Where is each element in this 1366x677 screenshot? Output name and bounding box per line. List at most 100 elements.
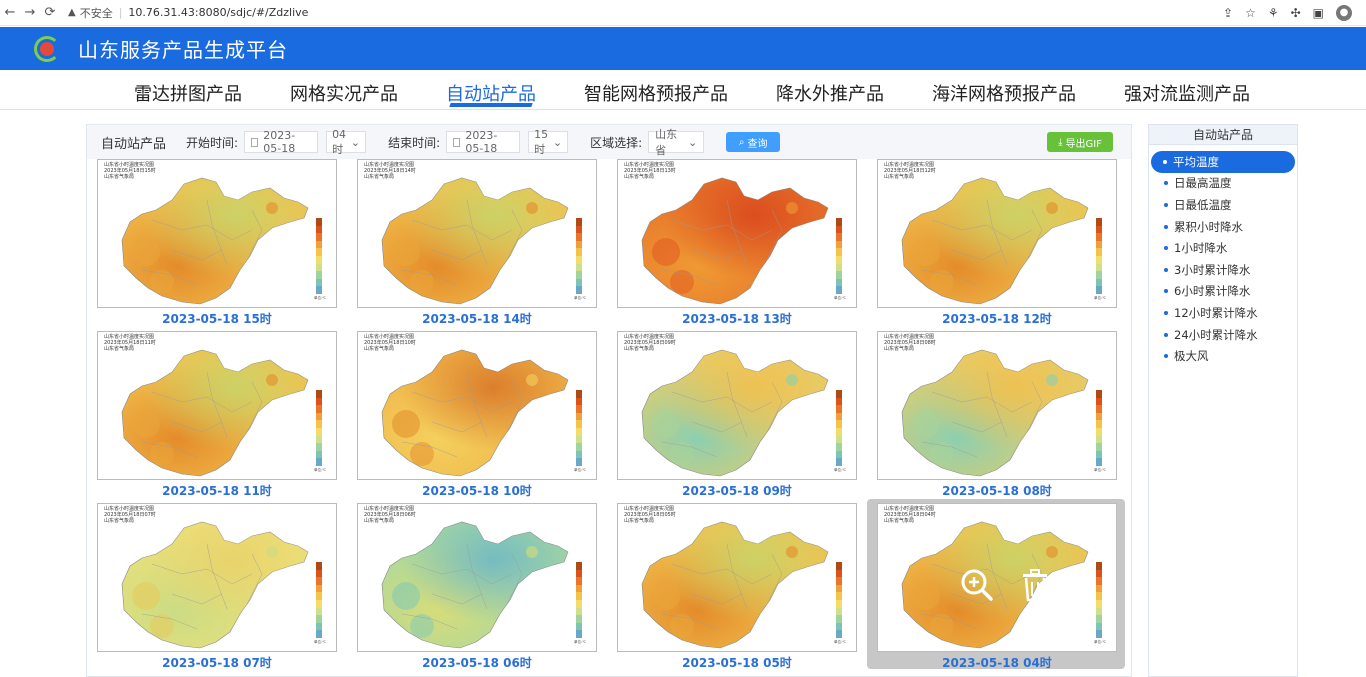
zoom-in-icon[interactable] bbox=[959, 567, 995, 603]
nav-tab[interactable]: 降水外推产品 bbox=[776, 70, 884, 109]
bullet-icon bbox=[1164, 332, 1168, 337]
extension-icon[interactable]: ⚘ bbox=[1268, 6, 1279, 20]
map-thumbnail[interactable]: 山东省小时温度实况图 2023年05月18日11时 山东省气象局 单位:℃ bbox=[97, 331, 337, 480]
start-date-value: 2023-05-18 bbox=[263, 129, 296, 155]
puzzle-icon[interactable]: ✣ bbox=[1291, 6, 1301, 20]
section-label: 自动站产品 bbox=[101, 136, 167, 152]
region-label: 区域选择: bbox=[590, 135, 643, 150]
side-item[interactable]: 极大风 bbox=[1149, 345, 1297, 367]
nav-tab[interactable]: 雷达拼图产品 bbox=[134, 70, 242, 109]
trash-icon[interactable] bbox=[1017, 567, 1053, 603]
search-icon: ⌕ bbox=[738, 136, 745, 148]
sidebar-toggle-icon[interactable]: ▣ bbox=[1313, 6, 1324, 20]
side-item-label: 24小时累计降水 bbox=[1174, 327, 1258, 342]
export-gif-button[interactable]: ⤓ 导出GIF bbox=[1047, 132, 1113, 152]
side-item[interactable]: 1小时降水 bbox=[1149, 237, 1297, 259]
side-item[interactable]: 日最低温度 bbox=[1149, 194, 1297, 216]
map-card[interactable]: 山东省小时温度实况图 2023年05月18日15时 山东省气象局 单位:℃ 20… bbox=[97, 159, 337, 327]
start-date-input[interactable]: 2023-05-18 bbox=[244, 129, 319, 155]
profile-avatar-icon[interactable]: ● bbox=[1336, 4, 1352, 21]
map-card[interactable]: 山东省小时温度实况图 2023年05月18日12时 山东省气象局 单位:℃ 20… bbox=[877, 159, 1117, 327]
map-caption: 2023-05-18 10时 bbox=[422, 484, 532, 498]
end-date-input[interactable]: 2023-05-18 bbox=[446, 129, 521, 155]
legend-unit: 单位:℃ bbox=[314, 468, 327, 472]
color-legend: 单位:℃ bbox=[1094, 218, 1106, 300]
query-button[interactable]: ⌕ 查询 bbox=[726, 132, 781, 152]
nav-tab[interactable]: 智能网格预报产品 bbox=[584, 70, 728, 109]
color-legend: 单位:℃ bbox=[314, 218, 326, 300]
side-item-label: 日最高温度 bbox=[1174, 176, 1232, 191]
legend-unit: 单位:℃ bbox=[1094, 640, 1107, 644]
map-thumbnail[interactable]: 山东省小时温度实况图 2023年05月18日15时 山东省气象局 单位:℃ bbox=[97, 159, 337, 308]
map-card[interactable]: 山东省小时温度实况图 2023年05月18日07时 山东省气象局 单位:℃ 20… bbox=[97, 503, 337, 671]
legend-unit: 单位:℃ bbox=[834, 640, 847, 644]
color-legend: 单位:℃ bbox=[834, 390, 846, 472]
nav-tab[interactable]: 自动站产品 bbox=[446, 70, 536, 109]
map-card[interactable]: 山东省小时温度实况图 2023年05月18日06时 山东省气象局 单位:℃ 20… bbox=[357, 503, 597, 671]
side-item[interactable]: 平均温度 bbox=[1151, 151, 1295, 173]
back-icon[interactable]: ← bbox=[0, 5, 20, 20]
browser-toolbar: ← → ⟳ ▲ 不安全 | 10.76.31.43:8080/sdjc/#/Zd… bbox=[0, 0, 1366, 26]
forward-icon[interactable]: → bbox=[20, 5, 40, 20]
bullet-icon bbox=[1164, 310, 1168, 315]
map-thumbnail[interactable]: 山东省小时温度实况图 2023年05月18日13时 山东省气象局 单位:℃ bbox=[617, 159, 857, 308]
shandong-map bbox=[121, 177, 309, 305]
map-card[interactable]: 山东省小时温度实况图 2023年05月18日04时 山东省气象局 单位:℃ 20… bbox=[867, 499, 1125, 671]
reload-icon[interactable]: ⟳ bbox=[40, 5, 60, 20]
map-card[interactable]: 山东省小时温度实况图 2023年05月18日14时 山东省气象局 单位:℃ 20… bbox=[357, 159, 597, 327]
side-item[interactable]: 累积小时降水 bbox=[1149, 216, 1297, 238]
map-thumbnail[interactable]: 山东省小时温度实况图 2023年05月18日06时 山东省气象局 单位:℃ bbox=[357, 503, 597, 652]
region-select[interactable]: 山东省 ⌄ bbox=[648, 128, 705, 157]
map-thumbnail[interactable]: 山东省小时温度实况图 2023年05月18日09时 山东省气象局 单位:℃ bbox=[617, 331, 857, 480]
map-card[interactable]: 山东省小时温度实况图 2023年05月18日05时 山东省气象局 单位:℃ 20… bbox=[617, 503, 857, 671]
side-item[interactable]: 6小时累计降水 bbox=[1149, 281, 1297, 303]
start-hour-value: 04时 bbox=[332, 127, 347, 156]
map-thumbnail[interactable]: 山东省小时温度实况图 2023年05月18日12时 山东省气象局 单位:℃ bbox=[877, 159, 1117, 308]
map-caption: 2023-05-18 08时 bbox=[942, 484, 1052, 498]
shandong-map bbox=[901, 177, 1089, 305]
side-item[interactable]: 3小时累计降水 bbox=[1149, 259, 1297, 281]
map-card[interactable]: 山东省小时温度实况图 2023年05月18日11时 山东省气象局 单位:℃ 20… bbox=[97, 331, 337, 499]
color-legend: 单位:℃ bbox=[574, 390, 586, 472]
map-thumbnail[interactable]: 山东省小时温度实况图 2023年05月18日07时 山东省气象局 单位:℃ bbox=[97, 503, 337, 652]
share-icon[interactable]: ⇪ bbox=[1223, 6, 1233, 20]
nav-tab[interactable]: 网格实况产品 bbox=[290, 70, 398, 109]
map-caption: 2023-05-18 05时 bbox=[682, 656, 792, 670]
map-thumbnail[interactable]: 山东省小时温度实况图 2023年05月18日08时 山东省气象局 单位:℃ bbox=[877, 331, 1117, 480]
export-gif-label: 导出GIF bbox=[1065, 138, 1102, 150]
color-legend: 单位:℃ bbox=[834, 562, 846, 644]
map-caption: 2023-05-18 13时 bbox=[682, 312, 792, 326]
side-panel-title: 自动站产品 bbox=[1149, 125, 1297, 145]
start-time-label: 开始时间: bbox=[186, 135, 239, 150]
chevron-down-icon: ⌄ bbox=[350, 135, 361, 149]
map-card[interactable]: 山东省小时温度实况图 2023年05月18日09时 山东省气象局 单位:℃ 20… bbox=[617, 331, 857, 499]
side-item[interactable]: 12小时累计降水 bbox=[1149, 302, 1297, 324]
insecure-label: 不安全 bbox=[79, 6, 113, 20]
map-thumbnail[interactable]: 山东省小时温度实况图 2023年05月18日10时 山东省气象局 单位:℃ bbox=[357, 331, 597, 480]
side-item-label: 平均温度 bbox=[1173, 154, 1219, 169]
map-thumbnail[interactable]: 山东省小时温度实况图 2023年05月18日05时 山东省气象局 单位:℃ bbox=[617, 503, 857, 652]
map-card[interactable]: 山东省小时温度实况图 2023年05月18日13时 山东省气象局 单位:℃ 20… bbox=[617, 159, 857, 327]
map-card[interactable]: 山东省小时温度实况图 2023年05月18日08时 山东省气象局 单位:℃ 20… bbox=[877, 331, 1117, 499]
shandong-map bbox=[641, 177, 829, 305]
star-icon[interactable]: ☆ bbox=[1245, 6, 1256, 20]
end-hour-select[interactable]: 15时 ⌄ bbox=[528, 128, 569, 156]
map-card[interactable]: 山东省小时温度实况图 2023年05月18日10时 山东省气象局 单位:℃ 20… bbox=[357, 331, 597, 499]
product-side-panel: 自动站产品 平均温度日最高温度日最低温度 累积小时降水 1小时降水 3小时累计降水 6小… bbox=[1148, 124, 1298, 677]
side-item[interactable]: 24小时累计降水 bbox=[1149, 324, 1297, 346]
bullet-icon bbox=[1164, 354, 1168, 359]
start-hour-select[interactable]: 04时 ⌄ bbox=[326, 128, 367, 156]
map-thumbnail[interactable]: 山东省小时温度实况图 2023年05月18日14时 山东省气象局 单位:℃ bbox=[357, 159, 597, 308]
color-legend: 单位:℃ bbox=[834, 218, 846, 300]
nav-tab[interactable]: 强对流监测产品 bbox=[1124, 70, 1250, 109]
shandong-map bbox=[121, 521, 309, 649]
side-item-label: 12小时累计降水 bbox=[1174, 305, 1258, 320]
region-value: 山东省 bbox=[655, 128, 678, 157]
color-legend: 单位:℃ bbox=[574, 562, 586, 644]
nav-tab[interactable]: 海洋网格预报产品 bbox=[932, 70, 1076, 109]
side-item-label: 极大风 bbox=[1174, 349, 1209, 364]
legend-unit: 单位:℃ bbox=[834, 468, 847, 472]
address-bar[interactable]: ▲ 不安全 | 10.76.31.43:8080/sdjc/#/Zdzlive bbox=[68, 5, 308, 21]
side-item[interactable]: 日最高温度 bbox=[1149, 173, 1297, 195]
url-text[interactable]: 10.76.31.43:8080/sdjc/#/Zdzlive bbox=[128, 6, 308, 19]
